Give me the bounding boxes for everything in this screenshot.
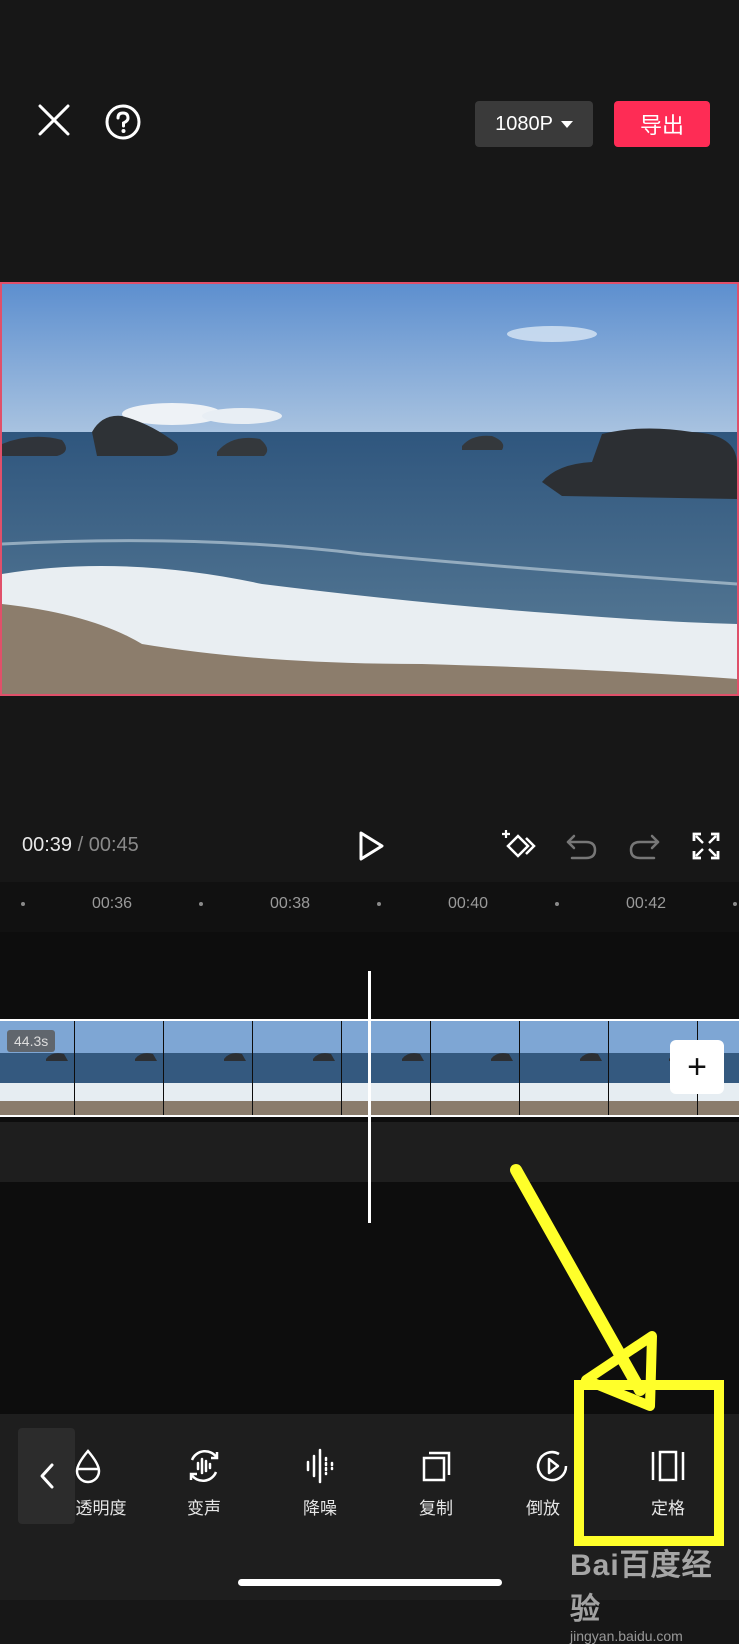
home-indicator[interactable] bbox=[238, 1579, 502, 1586]
clip-thumbnail-frame bbox=[253, 1021, 342, 1115]
clip-thumbnail-frame bbox=[75, 1021, 164, 1115]
tool-noise-reduction[interactable]: 降噪 bbox=[270, 1446, 370, 1526]
play-icon[interactable] bbox=[352, 828, 388, 864]
tool-copy[interactable]: 复制 bbox=[386, 1446, 486, 1526]
tool-voice-change[interactable]: 变声 bbox=[154, 1446, 254, 1526]
ruler-tick-label: 00:38 bbox=[269, 895, 311, 912]
ruler-tick-dot bbox=[377, 902, 381, 906]
tool-label: 变声 bbox=[187, 1499, 221, 1518]
export-button[interactable]: 导出 bbox=[614, 101, 710, 147]
copy-icon bbox=[422, 1451, 451, 1482]
tool-label: 透明度 bbox=[75, 1499, 127, 1518]
resolution-dropdown[interactable]: 1080P bbox=[475, 101, 593, 147]
help-icon[interactable] bbox=[104, 103, 142, 141]
caret-down-icon bbox=[560, 120, 573, 128]
ruler-tick-dot bbox=[21, 902, 25, 906]
time-separator: / bbox=[77, 834, 84, 856]
resolution-value: 1080P bbox=[495, 112, 553, 135]
annotation-highlight-box bbox=[574, 1380, 724, 1546]
keyframe-add-icon[interactable] bbox=[500, 828, 536, 864]
opacity-drop-icon bbox=[75, 1449, 101, 1484]
watermark-logo: Bai百度经验 bbox=[570, 1549, 713, 1626]
baidu-watermark: Bai百度经验 jingyan.baidu.com bbox=[570, 1540, 730, 1644]
playhead[interactable] bbox=[368, 971, 371, 1223]
playback-time: 00:39 / 00:45 bbox=[22, 834, 139, 857]
ruler-tick-dot bbox=[199, 902, 203, 906]
reverse-play-icon bbox=[536, 1450, 568, 1482]
clip-thumbnail-frame bbox=[342, 1021, 431, 1115]
watermark-url: jingyan.baidu.com bbox=[570, 1628, 683, 1644]
noise-reduction-icon bbox=[306, 1448, 334, 1484]
ruler-tick-dot bbox=[733, 902, 737, 906]
current-time: 00:39 bbox=[22, 834, 73, 856]
tool-label: 降噪 bbox=[303, 1499, 337, 1518]
tool-label: 复制 bbox=[419, 1499, 453, 1518]
clip-thumbnail-frame bbox=[431, 1021, 520, 1115]
beach-video-frame bbox=[2, 284, 737, 694]
close-icon[interactable] bbox=[34, 100, 74, 140]
ruler-tick-label: 00:36 bbox=[91, 895, 133, 912]
ruler-tick-dot bbox=[555, 902, 559, 906]
tool-opacity[interactable]: 透明度 bbox=[38, 1446, 138, 1526]
total-time: 00:45 bbox=[88, 834, 139, 856]
ruler-tick-label: 00:40 bbox=[447, 895, 489, 912]
add-clip-button[interactable]: + bbox=[670, 1040, 724, 1094]
clip-thumbnail-frame bbox=[520, 1021, 609, 1115]
redo-icon[interactable] bbox=[626, 828, 662, 864]
clip-duration-badge: 44.3s bbox=[7, 1030, 56, 1052]
undo-icon[interactable] bbox=[564, 828, 600, 864]
fullscreen-icon[interactable] bbox=[688, 828, 724, 864]
clip-thumbnail-frame bbox=[164, 1021, 253, 1115]
tool-label: 倒放 bbox=[526, 1499, 560, 1518]
voice-change-icon bbox=[189, 1450, 219, 1482]
video-preview[interactable] bbox=[0, 282, 739, 696]
ruler-tick-label: 00:42 bbox=[625, 895, 667, 912]
